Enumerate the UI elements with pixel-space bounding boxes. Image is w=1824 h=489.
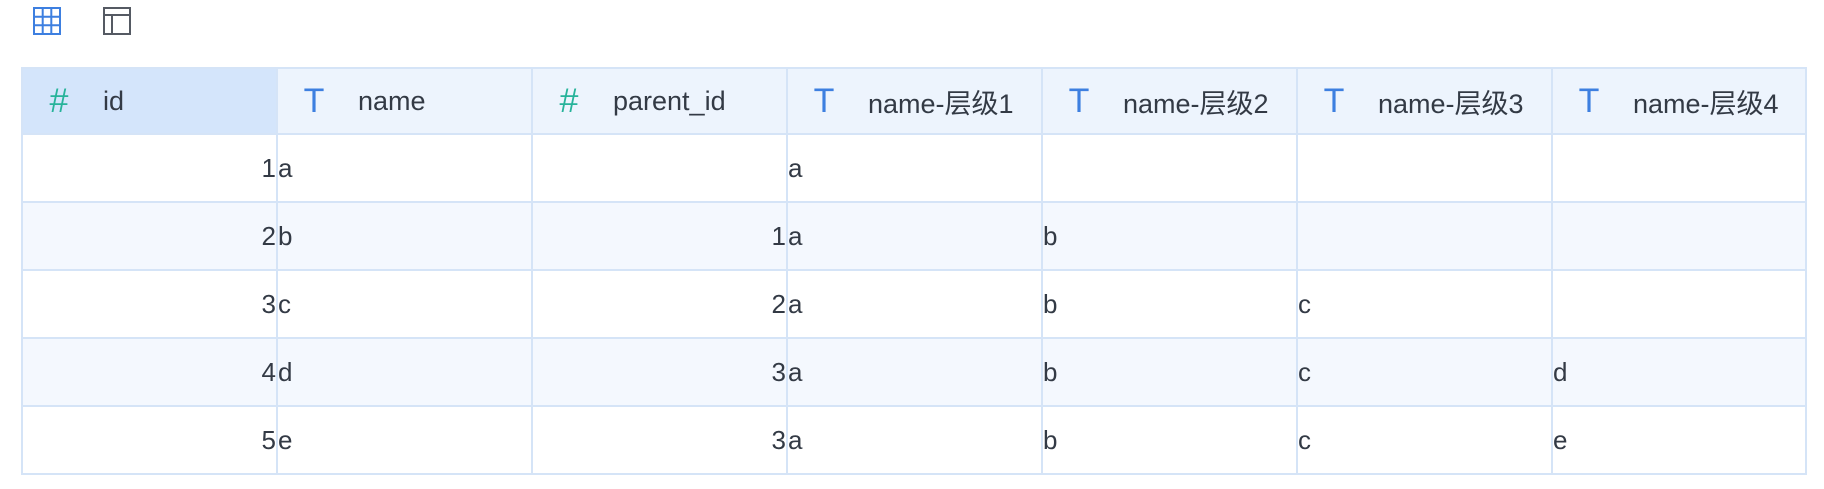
number-type-icon: # (49, 81, 69, 120)
table-cell[interactable]: c (1296, 337, 1553, 407)
table-cell[interactable]: a (786, 201, 1043, 271)
data-table: # id Tname # parent_id Tname-层级1 Tname-层级2 Tnam… (21, 67, 1807, 475)
table-cell[interactable]: 4 (21, 337, 278, 407)
text-type-icon: T (1068, 81, 1090, 120)
table-cell[interactable]: a (786, 337, 1043, 407)
table-cell[interactable]: 3 (531, 405, 788, 475)
layout-panel-icon (103, 7, 131, 35)
table-row: 1aa (21, 133, 1807, 203)
text-type-icon: T (1323, 81, 1345, 120)
table-cell[interactable] (531, 133, 788, 203)
table-cell[interactable]: a (786, 133, 1043, 203)
table-cell[interactable]: a (786, 269, 1043, 339)
table-cell[interactable] (1551, 133, 1807, 203)
view-toolbar (30, 4, 134, 38)
column-header-0[interactable]: # id (21, 67, 278, 135)
table-grid-icon (33, 7, 61, 35)
table-row: 3c2abc (21, 269, 1807, 339)
table-cell[interactable] (1041, 133, 1298, 203)
column-label: name-层级2 (1123, 88, 1269, 119)
text-type-icon: T (813, 81, 835, 120)
column-label: id (103, 85, 125, 116)
column-label: parent_id (613, 85, 726, 116)
table-cell[interactable]: b (1041, 337, 1298, 407)
column-header-2[interactable]: # parent_id (531, 67, 788, 135)
table-cell[interactable]: d (276, 337, 533, 407)
table-cell[interactable]: e (276, 405, 533, 475)
table-cell[interactable]: c (1296, 405, 1553, 475)
table-cell[interactable]: b (1041, 405, 1298, 475)
number-type-icon: # (559, 81, 579, 120)
table-row: 2b1ab (21, 201, 1807, 271)
table-cell[interactable]: e (1551, 405, 1807, 475)
table-cell[interactable]: 1 (21, 133, 278, 203)
text-type-icon: T (1578, 81, 1600, 120)
column-label: name-层级1 (868, 88, 1014, 119)
table-row: 5e3abce (21, 405, 1807, 475)
table-cell[interactable]: d (1551, 337, 1807, 407)
table-cell[interactable]: b (1041, 201, 1298, 271)
table-header-row: # id Tname # parent_id Tname-层级1 Tname-层级2 Tnam… (21, 67, 1807, 135)
table-cell[interactable]: b (1041, 269, 1298, 339)
table-cell[interactable] (1296, 201, 1553, 271)
table-row: 4d3abcd (21, 337, 1807, 407)
table-cell[interactable]: b (276, 201, 533, 271)
table-cell[interactable]: a (786, 405, 1043, 475)
table-cell[interactable]: c (1296, 269, 1553, 339)
layout-view-button[interactable] (100, 4, 134, 38)
text-type-icon: T (303, 81, 325, 120)
column-header-1[interactable]: Tname (276, 67, 533, 135)
table-cell[interactable] (1551, 269, 1807, 339)
grid-view-button[interactable] (30, 4, 64, 38)
column-label: name-层级3 (1378, 88, 1524, 119)
table-cell[interactable]: 5 (21, 405, 278, 475)
column-header-5[interactable]: Tname-层级3 (1296, 67, 1553, 135)
table-cell[interactable]: 2 (531, 269, 788, 339)
table-cell[interactable]: c (276, 269, 533, 339)
column-label: name-层级4 (1633, 88, 1779, 119)
table-cell[interactable] (1551, 201, 1807, 271)
table-cell[interactable]: 3 (531, 337, 788, 407)
table-cell[interactable]: a (276, 133, 533, 203)
column-header-4[interactable]: Tname-层级2 (1041, 67, 1298, 135)
table-body: 1aa2b1ab3c2abc4d3abcd5e3abce (21, 133, 1807, 475)
column-header-3[interactable]: Tname-层级1 (786, 67, 1043, 135)
table-cell[interactable]: 3 (21, 269, 278, 339)
column-header-6[interactable]: Tname-层级4 (1551, 67, 1807, 135)
table-cell[interactable]: 2 (21, 201, 278, 271)
table-cell[interactable] (1296, 133, 1553, 203)
table-cell[interactable]: 1 (531, 201, 788, 271)
column-label: name (358, 85, 426, 116)
